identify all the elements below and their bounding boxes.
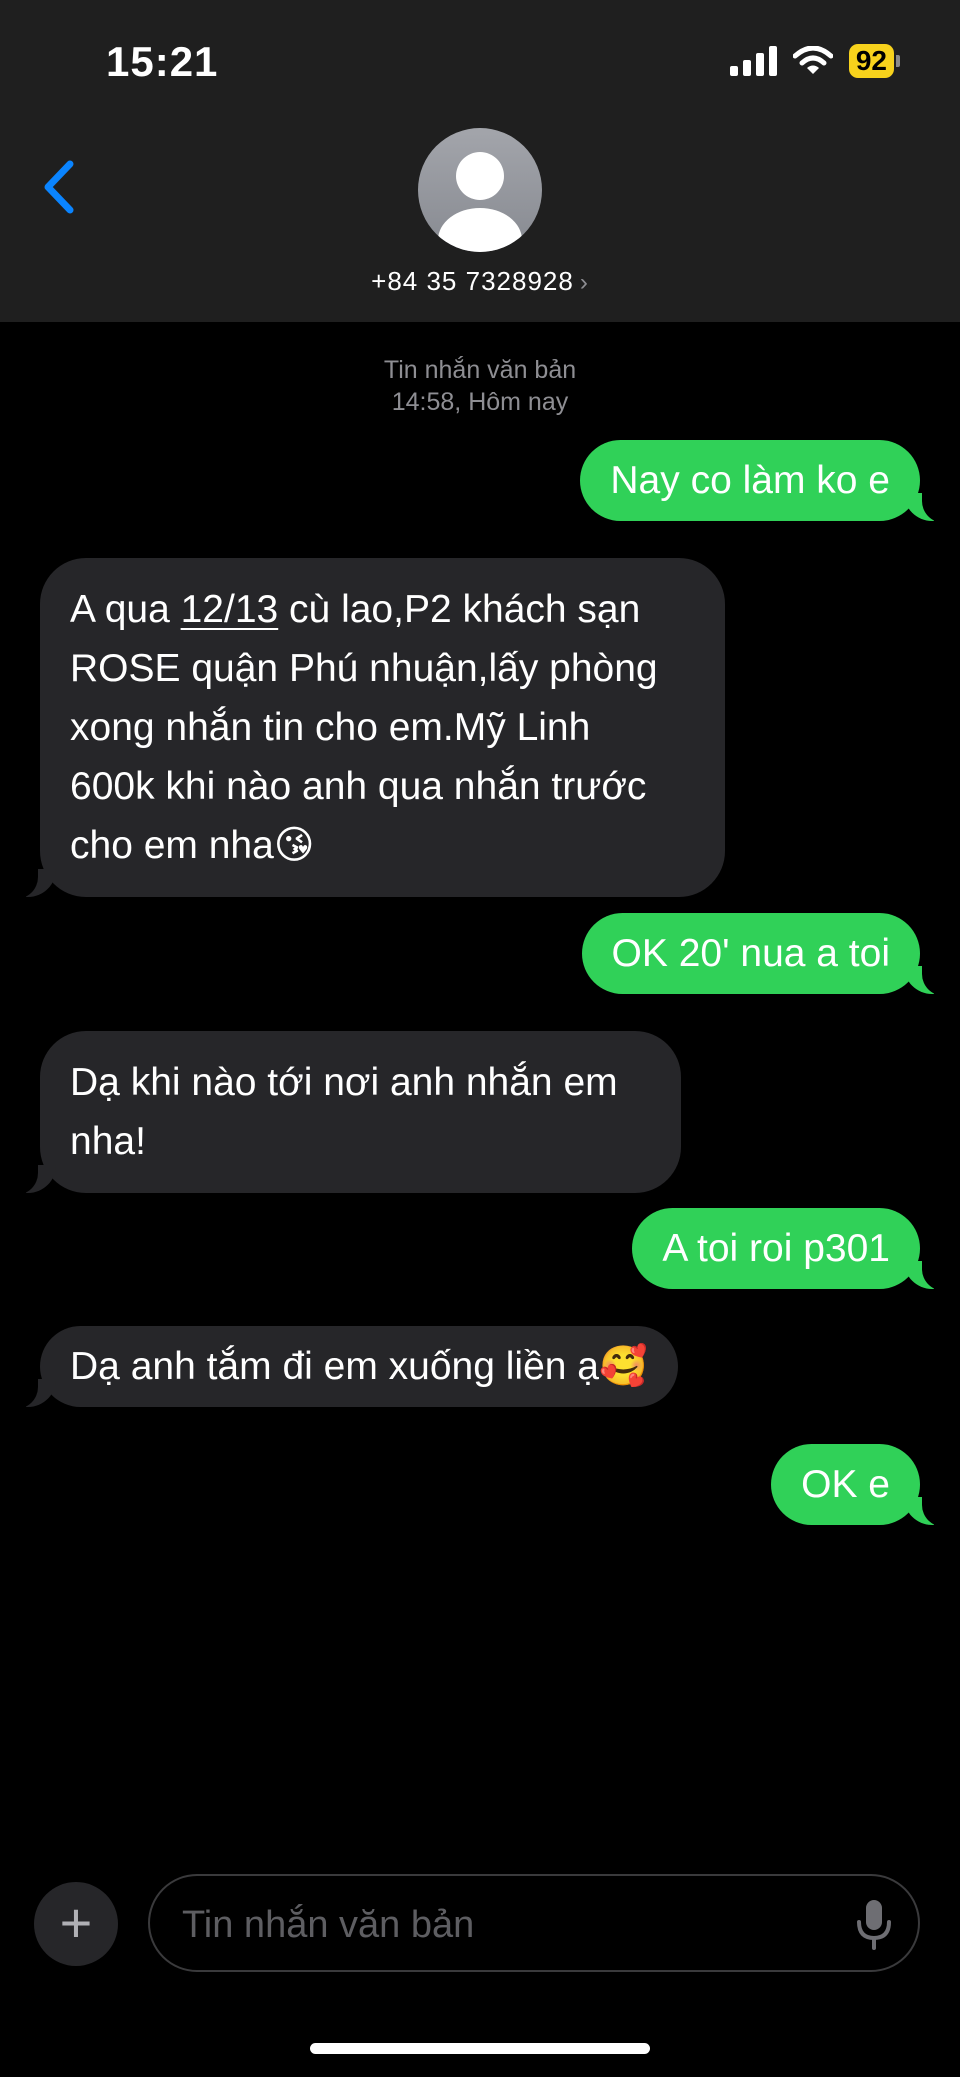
wifi-icon — [792, 46, 833, 74]
status-icons: 92 — [729, 44, 900, 78]
contact-avatar[interactable] — [418, 128, 542, 252]
home-indicator[interactable] — [310, 2043, 650, 2054]
contact-phone: +84 35 7328928 — [371, 266, 574, 296]
message-text: A toi roi p301 — [662, 1227, 890, 1270]
battery-icon: 92 — [848, 44, 900, 78]
message-bubble-sent[interactable]: OK 20' nua a toi — [581, 913, 946, 996]
message-line: Dạ khi nào tới nơi anh nhắn em — [70, 1061, 618, 1104]
message-input[interactable] — [180, 1894, 824, 1956]
person-icon — [438, 152, 522, 252]
message-text: OK e — [801, 1463, 890, 1506]
battery-level: 92 — [848, 44, 894, 78]
contact-name[interactable]: +84 35 7328928 › — [0, 266, 960, 297]
message-line: cho em nha😘 — [70, 824, 315, 867]
message-line: A qua 12/13 cù lao,P2 khách sạn — [70, 588, 641, 631]
message-text: Nay co làm ko e — [610, 459, 890, 502]
thread-timestamp: 14:58, Hôm nay — [391, 388, 569, 416]
message-text: Dạ anh tắm đi em xuống liền ạ🥰 — [70, 1345, 648, 1388]
message-bubble-received[interactable]: Dạ khi nào tới nơi anh nhắn em nha! — [14, 1031, 681, 1195]
message-text: OK 20' nua a toi — [611, 932, 890, 975]
plus-icon[interactable]: + — [34, 1882, 118, 1966]
message-line: ROSE quận Phú nhuận,lấy phòng — [70, 647, 658, 690]
conversation-header: 15:21 92 +84 35 7328928 › — [0, 0, 960, 322]
message-line: xong nhắn tin cho em.Mỹ Linh — [70, 706, 591, 749]
message-bubble-received[interactable]: Dạ anh tắm đi em xuống liền ạ🥰 — [14, 1326, 678, 1409]
message-bubble-sent[interactable]: Nay co làm ko e — [580, 440, 946, 523]
message-line: 600k khi nào anh qua nhắn trước — [70, 765, 647, 808]
status-time: 15:21 — [106, 38, 219, 85]
microphone-icon[interactable] — [854, 1898, 894, 1952]
address-link[interactable]: 12/13 — [181, 588, 279, 631]
chevron-right-icon: › — [579, 269, 589, 296]
chevron-left-icon[interactable] — [34, 152, 84, 222]
message-bubble-received[interactable]: A qua 12/13 cù lao,P2 khách sạn ROSE quậ… — [14, 558, 725, 899]
message-line: nha! — [70, 1120, 146, 1163]
cellular-signal-icon — [729, 46, 777, 76]
message-bubble-sent[interactable]: OK e — [771, 1444, 946, 1527]
message-input-container[interactable] — [148, 1874, 920, 1972]
thread-type-label: Tin nhắn văn bản — [383, 356, 577, 384]
message-bubble-sent[interactable]: A toi roi p301 — [632, 1208, 946, 1291]
